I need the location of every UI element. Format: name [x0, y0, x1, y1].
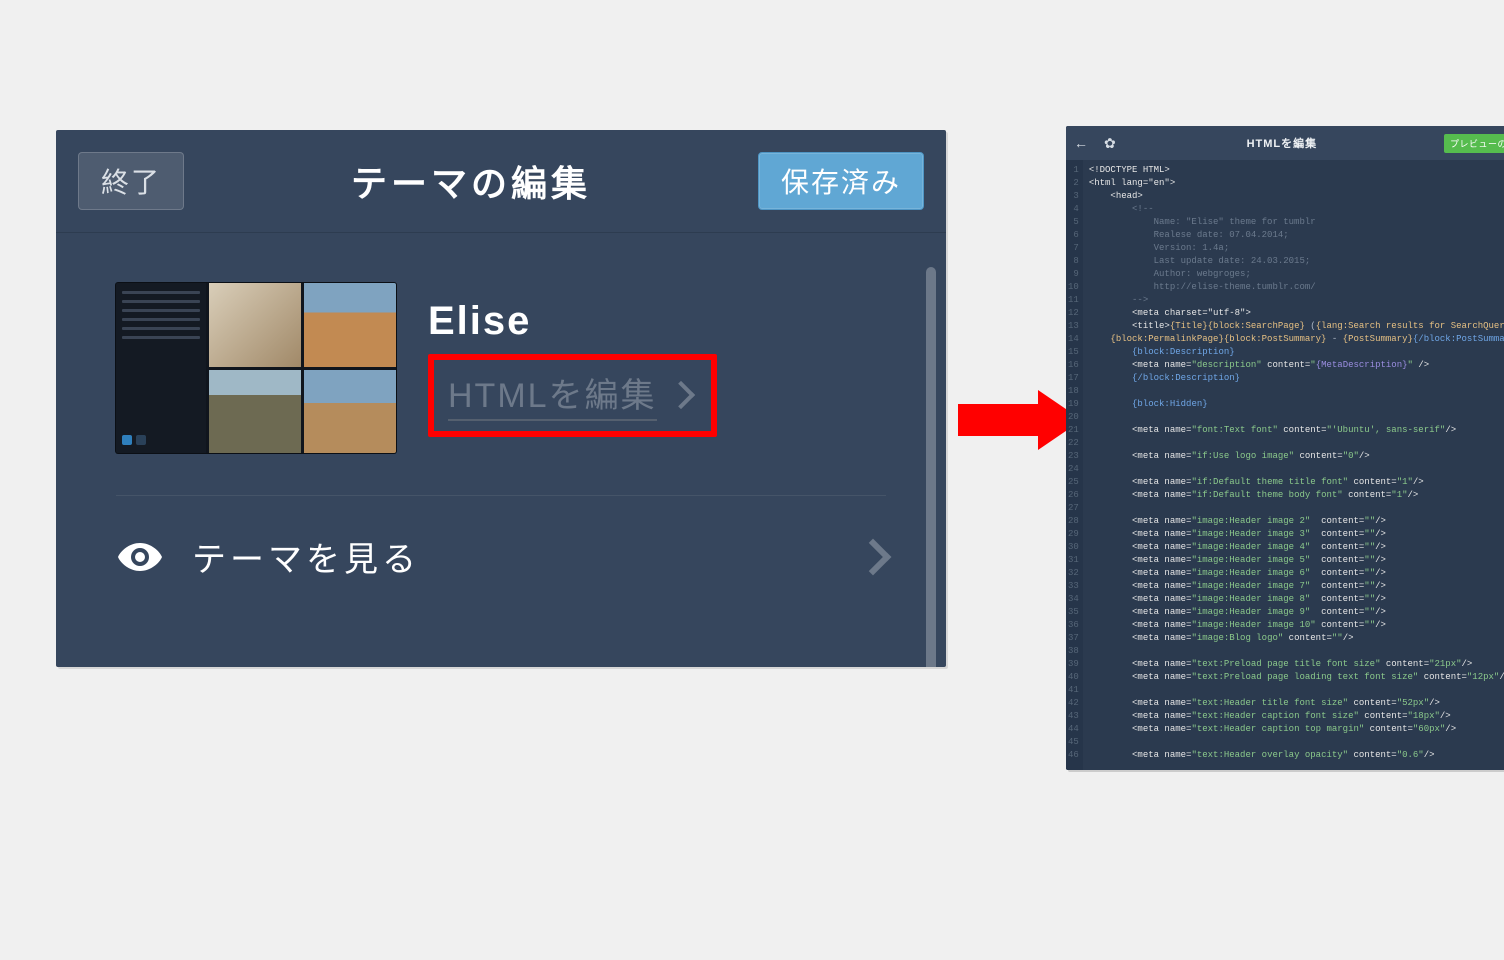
- thumb-cell: [304, 283, 396, 367]
- exit-button[interactable]: 終了: [78, 152, 184, 210]
- theme-name: Elise: [428, 299, 717, 344]
- theme-edit-panel: 終了 テーマの編集 保存済み: [56, 130, 946, 667]
- editor-title: HTMLを編集: [1128, 135, 1436, 151]
- saved-button[interactable]: 保存済み: [758, 152, 924, 210]
- eye-icon: [116, 533, 164, 581]
- scrollbar[interactable]: [926, 267, 936, 667]
- theme-meta: Elise HTMLを編集: [428, 299, 717, 437]
- theme-row: Elise HTMLを編集: [116, 283, 886, 453]
- gear-icon[interactable]: ✿: [1100, 135, 1120, 152]
- view-theme-label: テーマを見る: [192, 532, 832, 581]
- thumb-sidebar: [116, 283, 206, 453]
- view-theme-row[interactable]: テーマを見る: [116, 496, 886, 627]
- instruction-frame: 終了 テーマの編集 保存済み: [56, 90, 1448, 778]
- editor-body[interactable]: 1 2 3 4 5 6 7 8 9 10 11 12 13 14 15 16 1…: [1066, 160, 1504, 770]
- code-editor-panel: ← ✿ HTMLを編集 プレビューの更新 1 2 3 4 5 6 7 8 9 1…: [1066, 126, 1504, 770]
- preview-update-button[interactable]: プレビューの更新: [1444, 134, 1504, 153]
- thumb-cell: [209, 283, 301, 367]
- theme-thumbnail: [116, 283, 396, 453]
- code-area[interactable]: <!DOCTYPE HTML> <html lang="en"> <head> …: [1083, 160, 1504, 770]
- panel-body: Elise HTMLを編集 テーマを見る: [56, 233, 946, 667]
- back-icon[interactable]: ←: [1070, 135, 1092, 151]
- chevron-right-icon: [855, 538, 892, 575]
- editor-header: ← ✿ HTMLを編集 プレビューの更新: [1066, 126, 1504, 160]
- panel-title: テーマの編集: [184, 155, 758, 207]
- thumb-cell: [209, 370, 301, 454]
- edit-html-link[interactable]: HTMLを編集: [428, 354, 717, 437]
- chevron-right-icon: [666, 380, 694, 408]
- line-gutter: 1 2 3 4 5 6 7 8 9 10 11 12 13 14 15 16 1…: [1066, 160, 1083, 770]
- edit-html-label: HTMLを編集: [448, 368, 657, 421]
- theme-edit-header: 終了 テーマの編集 保存済み: [56, 130, 946, 233]
- thumb-cell: [304, 370, 396, 454]
